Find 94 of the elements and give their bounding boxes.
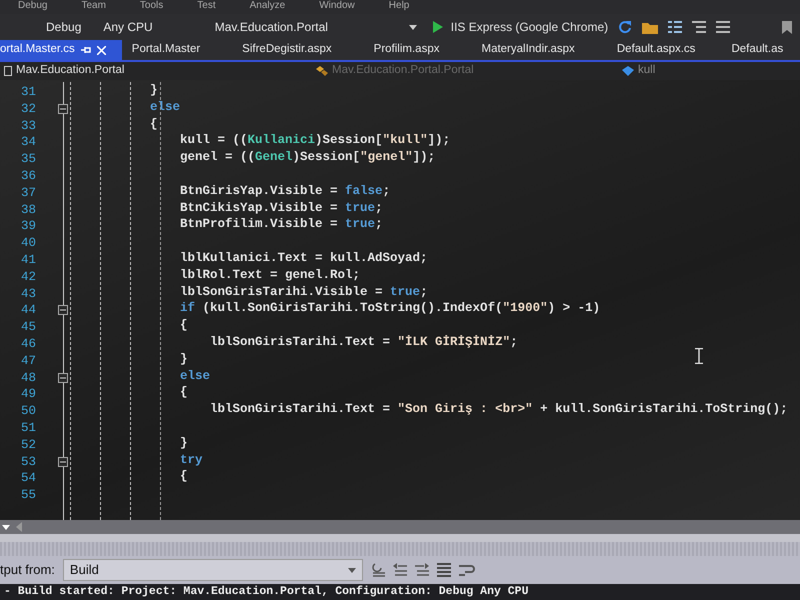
line-number: 51 [20, 420, 36, 437]
line-number: 53 [20, 454, 36, 470]
code-line: { [179, 317, 188, 334]
list-icon[interactable] [692, 21, 706, 33]
menu-item[interactable]: Help [388, 0, 410, 14]
code-line: BtnGirisYap.Visible = false; [179, 182, 390, 200]
code-line: kull = ((Kullanici)Session["kull"]); [179, 132, 450, 150]
line-number: 38 [20, 202, 36, 218]
code-line: else [179, 368, 210, 384]
collapse-icon[interactable] [58, 104, 68, 114]
code-line: { [150, 116, 158, 132]
line-number: 54 [20, 470, 36, 488]
code-line: lblSonGirisTarihi.Visible = true; [179, 284, 428, 300]
code-line: } [150, 82, 158, 99]
text-cursor-icon [695, 348, 703, 364]
platform-dropdown[interactable]: Any CPU [97, 17, 159, 37]
line-number: 35 [20, 151, 36, 168]
document-tab[interactable]: Default.aspx.cs [590, 40, 712, 60]
output-text: - Build started: Project: Mav.Education.Portal, Configuration: Debug Any CPU [0, 584, 800, 600]
document-tab[interactable]: ortal.Master.cs [0, 40, 122, 60]
line-number: 45 [20, 319, 36, 336]
line-number: 32 [20, 100, 36, 118]
line-number: 46 [20, 336, 36, 353]
code-line: if (kull.SonGirisTarihi.ToString().IndexOf("1900") > -1) [179, 300, 600, 318]
menu-item[interactable]: Team [81, 0, 106, 14]
menu-item[interactable]: Window [319, 0, 355, 14]
member-dropdown[interactable]: kull [638, 62, 656, 80]
code-line: lblKullanici.Text = kull.AdSoyad; [179, 250, 428, 267]
refresh-icon[interactable] [618, 20, 632, 34]
output-source-label: tput from: [0, 561, 55, 580]
line-number: 42 [20, 268, 36, 286]
clear-all-icon[interactable] [436, 563, 451, 577]
caret-icon[interactable] [408, 24, 417, 30]
line-number: 43 [20, 286, 36, 302]
field-icon [622, 66, 634, 76]
line-number: 36 [20, 168, 36, 185]
line-number: 41 [20, 252, 36, 269]
line-number: 40 [20, 235, 36, 252]
document-tab[interactable]: MateryalIndir.aspx [455, 40, 591, 60]
word-wrap-icon[interactable] [458, 563, 475, 577]
document-tab[interactable]: Default.as [711, 40, 784, 60]
caret-icon[interactable] [2, 524, 10, 530]
play-icon [432, 21, 443, 33]
run-button[interactable]: IIS Express (Google Chrome) [432, 18, 608, 36]
code-line: { [179, 468, 188, 486]
code-line: genel = ((Genel)Session["genel"]); [179, 149, 436, 166]
code-line: lblSonGirisTarihi.Text = "Son Giriş : <br>" + kull.SonGirisTarihi.ToString(); [209, 401, 788, 418]
list-icon[interactable] [668, 21, 682, 33]
project-dropdown[interactable]: Mav.Education.Portal [16, 62, 316, 80]
output-source-dropdown[interactable]: Build [62, 559, 363, 581]
go-to-message-icon[interactable] [370, 563, 385, 577]
document-tab[interactable]: Profilim.aspx [348, 40, 456, 60]
bookmark-icon[interactable] [782, 20, 792, 34]
next-message-icon[interactable] [414, 563, 429, 577]
collapse-icon[interactable] [58, 456, 68, 467]
line-number: 49 [20, 386, 36, 404]
line-number: 52 [20, 436, 36, 454]
code-line: BtnProfilim.Visible = true; [179, 216, 383, 234]
line-number: 39 [20, 218, 36, 236]
class-icon [316, 66, 328, 76]
close-icon[interactable] [96, 46, 106, 54]
menu-item[interactable]: Analyze [250, 0, 286, 14]
collapse-icon[interactable] [58, 372, 68, 383]
code-line: lblSonGirisTarihi.Text = "İLK GİRİŞİNİZ"; [209, 334, 518, 351]
code-line: } [179, 350, 188, 368]
document-tab[interactable]: Portal.Master [122, 40, 216, 60]
code-line: } [179, 434, 188, 452]
configuration-dropdown[interactable]: Debug [40, 17, 88, 37]
line-number: 44 [20, 302, 36, 320]
startup-project-dropdown[interactable]: Mav.Education.Portal [208, 17, 399, 37]
project-icon [4, 66, 12, 76]
code-line: BtnCikisYap.Visible = true; [179, 200, 383, 216]
line-number: 55 [20, 487, 36, 504]
menu-item[interactable]: Tools [140, 0, 164, 14]
line-number: 50 [20, 403, 36, 420]
code-line: try [179, 452, 203, 468]
code-line: else [150, 98, 180, 116]
line-number: 37 [20, 184, 36, 202]
line-number: 48 [20, 370, 36, 386]
caret-icon [348, 568, 356, 572]
menu-item[interactable]: Debug [18, 0, 48, 14]
collapse-icon[interactable] [58, 305, 68, 316]
code-line: lblRol.Text = genel.Rol; [179, 266, 360, 284]
line-number: 47 [20, 352, 36, 370]
code-line: { [179, 384, 188, 402]
previous-message-icon[interactable] [392, 563, 407, 577]
pin-icon[interactable] [80, 45, 91, 55]
line-number: 34 [20, 134, 36, 152]
list-icon[interactable] [716, 21, 730, 33]
menu-item[interactable]: Test [197, 0, 216, 14]
folder-icon[interactable] [642, 20, 658, 34]
line-number: 31 [20, 84, 36, 101]
document-tab[interactable]: SifreDegistir.aspx [216, 40, 348, 60]
line-number: 33 [20, 118, 36, 134]
